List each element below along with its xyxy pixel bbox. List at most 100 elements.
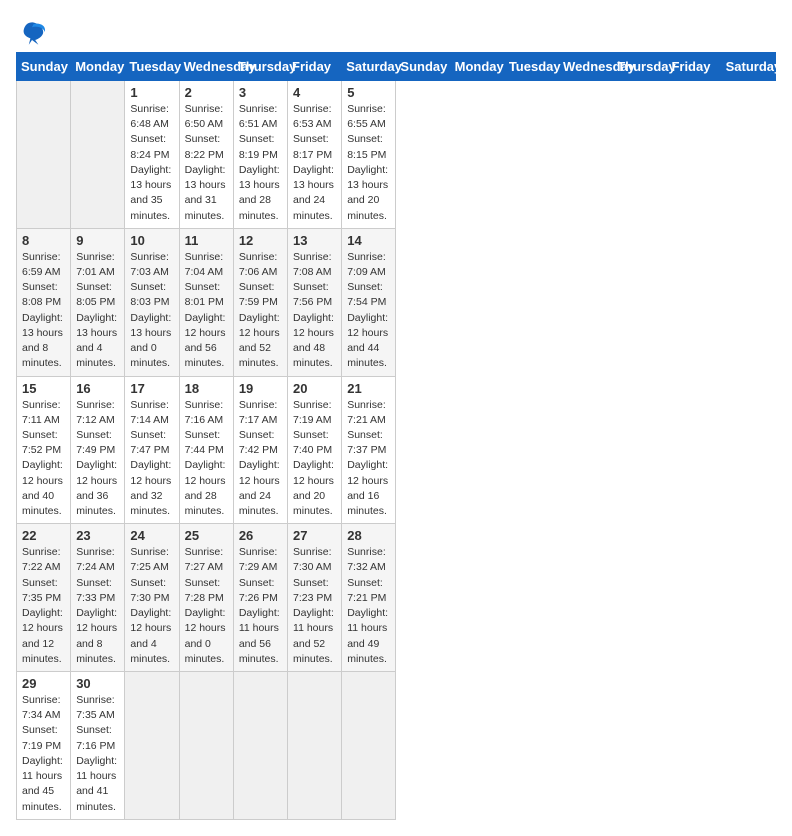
calendar-day-11: 11 Sunrise: 7:04 AMSunset: 8:01 PMDayligh… bbox=[179, 228, 233, 376]
day-header-friday: Friday bbox=[667, 53, 721, 81]
day-info: Sunrise: 7:29 AMSunset: 7:26 PMDaylight:… bbox=[239, 545, 282, 667]
calendar-day-17: 17 Sunrise: 7:14 AMSunset: 7:47 PMDayligh… bbox=[125, 376, 179, 524]
day-header-thursday: Thursday bbox=[613, 53, 667, 81]
calendar-day-16: 16Sunrise: 7:12 AMSunset: 7:49 PMDayligh… bbox=[71, 376, 125, 524]
calendar-day-empty bbox=[288, 672, 342, 820]
day-info: Sunrise: 7:35 AMSunset: 7:16 PMDaylight:… bbox=[76, 693, 119, 815]
day-number: 11 bbox=[185, 233, 228, 248]
day-number: 3 bbox=[239, 85, 282, 100]
calendar-day-18: 18Sunrise: 7:16 AMSunset: 7:44 PMDayligh… bbox=[179, 376, 233, 524]
day-number: 14 bbox=[347, 233, 390, 248]
day-header-saturday: Saturday bbox=[342, 53, 396, 81]
day-number: 25 bbox=[185, 528, 228, 543]
day-info: Sunrise: 6:53 AMSunset: 8:17 PMDaylight:… bbox=[293, 102, 336, 224]
day-number: 19 bbox=[239, 381, 282, 396]
calendar-day-empty bbox=[71, 81, 125, 229]
calendar-day-empty bbox=[179, 672, 233, 820]
day-number: 9 bbox=[76, 233, 119, 248]
day-info: Sunrise: 6:51 AMSunset: 8:19 PMDaylight:… bbox=[239, 102, 282, 224]
calendar-table: SundayMondayTuesdayWednesdayThursdayFrid… bbox=[16, 52, 776, 820]
day-info: Sunrise: 7:14 AMSunset: 7:47 PMDaylight:… bbox=[130, 398, 173, 520]
day-info: Sunrise: 7:34 AMSunset: 7:19 PMDaylight:… bbox=[22, 693, 65, 815]
calendar-header-row: SundayMondayTuesdayWednesdayThursdayFrid… bbox=[17, 53, 776, 81]
day-info: Sunrise: 7:22 AMSunset: 7:35 PMDaylight:… bbox=[22, 545, 65, 667]
day-info: Sunrise: 6:59 AMSunset: 8:08 PMDaylight:… bbox=[22, 250, 65, 372]
day-number: 28 bbox=[347, 528, 390, 543]
day-number: 12 bbox=[239, 233, 282, 248]
day-info: Sunrise: 7:08 AMSunset: 7:56 PMDaylight:… bbox=[293, 250, 336, 372]
day-number: 18 bbox=[185, 381, 228, 396]
day-number: 10 bbox=[130, 233, 173, 248]
day-info: Sunrise: 7:24 AMSunset: 7:33 PMDaylight:… bbox=[76, 545, 119, 667]
calendar-day-5: 5 Sunrise: 6:55 AMSunset: 8:15 PMDaylight… bbox=[342, 81, 396, 229]
calendar-day-empty bbox=[125, 672, 179, 820]
day-header-thursday: Thursday bbox=[233, 53, 287, 81]
calendar-day-26: 26 Sunrise: 7:29 AMSunset: 7:26 PMDayligh… bbox=[233, 524, 287, 672]
day-info: Sunrise: 7:04 AMSunset: 8:01 PMDaylight:… bbox=[185, 250, 228, 372]
day-info: Sunrise: 7:11 AMSunset: 7:52 PMDaylight:… bbox=[22, 398, 65, 520]
day-info: Sunrise: 7:32 AMSunset: 7:21 PMDaylight:… bbox=[347, 545, 390, 667]
day-info: Sunrise: 7:03 AMSunset: 8:03 PMDaylight:… bbox=[130, 250, 173, 372]
calendar-day-15: 15 Sunrise: 7:11 AMSunset: 7:52 PMDayligh… bbox=[17, 376, 71, 524]
calendar-day-2: 2 Sunrise: 6:50 AMSunset: 8:22 PMDaylight… bbox=[179, 81, 233, 229]
day-header-friday: Friday bbox=[288, 53, 342, 81]
day-info: Sunrise: 7:25 AMSunset: 7:30 PMDaylight:… bbox=[130, 545, 173, 667]
day-number: 13 bbox=[293, 233, 336, 248]
day-number: 2 bbox=[185, 85, 228, 100]
day-info: Sunrise: 6:48 AMSunset: 8:24 PMDaylight:… bbox=[130, 102, 173, 224]
calendar-day-12: 12 Sunrise: 7:06 AMSunset: 7:59 PMDayligh… bbox=[233, 228, 287, 376]
day-info: Sunrise: 7:19 AMSunset: 7:40 PMDaylight:… bbox=[293, 398, 336, 520]
calendar-day-27: 27Sunrise: 7:30 AMSunset: 7:23 PMDayligh… bbox=[288, 524, 342, 672]
day-header-saturday: Saturday bbox=[721, 53, 775, 81]
day-number: 17 bbox=[130, 381, 173, 396]
day-info: Sunrise: 7:09 AMSunset: 7:54 PMDaylight:… bbox=[347, 250, 390, 372]
logo-icon bbox=[16, 16, 48, 48]
day-number: 22 bbox=[22, 528, 65, 543]
calendar-day-4: 4 Sunrise: 6:53 AMSunset: 8:17 PMDaylight… bbox=[288, 81, 342, 229]
day-number: 1 bbox=[130, 85, 173, 100]
calendar-day-22: 22 Sunrise: 7:22 AMSunset: 7:35 PMDayligh… bbox=[17, 524, 71, 672]
calendar-day-9: 9Sunrise: 7:01 AMSunset: 8:05 PMDaylight… bbox=[71, 228, 125, 376]
calendar-day-3: 3 Sunrise: 6:51 AMSunset: 8:19 PMDaylight… bbox=[233, 81, 287, 229]
calendar-day-8: 8 Sunrise: 6:59 AMSunset: 8:08 PMDaylight… bbox=[17, 228, 71, 376]
day-number: 26 bbox=[239, 528, 282, 543]
calendar-day-21: 21 Sunrise: 7:21 AMSunset: 7:37 PMDayligh… bbox=[342, 376, 396, 524]
day-header-monday: Monday bbox=[71, 53, 125, 81]
day-info: Sunrise: 7:21 AMSunset: 7:37 PMDaylight:… bbox=[347, 398, 390, 520]
calendar-day-1: 1 Sunrise: 6:48 AMSunset: 8:24 PMDaylight… bbox=[125, 81, 179, 229]
calendar-day-10: 10 Sunrise: 7:03 AMSunset: 8:03 PMDayligh… bbox=[125, 228, 179, 376]
day-header-sunday: Sunday bbox=[396, 53, 450, 81]
calendar-day-28: 28 Sunrise: 7:32 AMSunset: 7:21 PMDayligh… bbox=[342, 524, 396, 672]
calendar-week-5: 29 Sunrise: 7:34 AMSunset: 7:19 PMDayligh… bbox=[17, 672, 776, 820]
day-number: 29 bbox=[22, 676, 65, 691]
calendar-day-23: 23 Sunrise: 7:24 AMSunset: 7:33 PMDayligh… bbox=[71, 524, 125, 672]
day-info: Sunrise: 7:27 AMSunset: 7:28 PMDaylight:… bbox=[185, 545, 228, 667]
logo bbox=[16, 16, 52, 48]
day-info: Sunrise: 7:06 AMSunset: 7:59 PMDaylight:… bbox=[239, 250, 282, 372]
calendar-week-1: 1 Sunrise: 6:48 AMSunset: 8:24 PMDaylight… bbox=[17, 81, 776, 229]
day-number: 15 bbox=[22, 381, 65, 396]
day-number: 23 bbox=[76, 528, 119, 543]
day-number: 24 bbox=[130, 528, 173, 543]
day-number: 16 bbox=[76, 381, 119, 396]
calendar-day-empty bbox=[233, 672, 287, 820]
calendar-day-19: 19 Sunrise: 7:17 AMSunset: 7:42 PMDayligh… bbox=[233, 376, 287, 524]
day-number: 21 bbox=[347, 381, 390, 396]
calendar-day-29: 29 Sunrise: 7:34 AMSunset: 7:19 PMDayligh… bbox=[17, 672, 71, 820]
calendar-day-30: 30Sunrise: 7:35 AMSunset: 7:16 PMDayligh… bbox=[71, 672, 125, 820]
day-number: 4 bbox=[293, 85, 336, 100]
day-header-wednesday: Wednesday bbox=[179, 53, 233, 81]
day-header-monday: Monday bbox=[450, 53, 504, 81]
calendar-week-2: 8 Sunrise: 6:59 AMSunset: 8:08 PMDaylight… bbox=[17, 228, 776, 376]
calendar-day-empty bbox=[17, 81, 71, 229]
day-info: Sunrise: 7:30 AMSunset: 7:23 PMDaylight:… bbox=[293, 545, 336, 667]
day-header-wednesday: Wednesday bbox=[559, 53, 613, 81]
calendar-week-4: 22 Sunrise: 7:22 AMSunset: 7:35 PMDayligh… bbox=[17, 524, 776, 672]
day-info: Sunrise: 6:50 AMSunset: 8:22 PMDaylight:… bbox=[185, 102, 228, 224]
day-info: Sunrise: 7:17 AMSunset: 7:42 PMDaylight:… bbox=[239, 398, 282, 520]
day-number: 5 bbox=[347, 85, 390, 100]
day-number: 8 bbox=[22, 233, 65, 248]
calendar-day-25: 25 Sunrise: 7:27 AMSunset: 7:28 PMDayligh… bbox=[179, 524, 233, 672]
calendar-day-13: 13 Sunrise: 7:08 AMSunset: 7:56 PMDayligh… bbox=[288, 228, 342, 376]
day-info: Sunrise: 6:55 AMSunset: 8:15 PMDaylight:… bbox=[347, 102, 390, 224]
